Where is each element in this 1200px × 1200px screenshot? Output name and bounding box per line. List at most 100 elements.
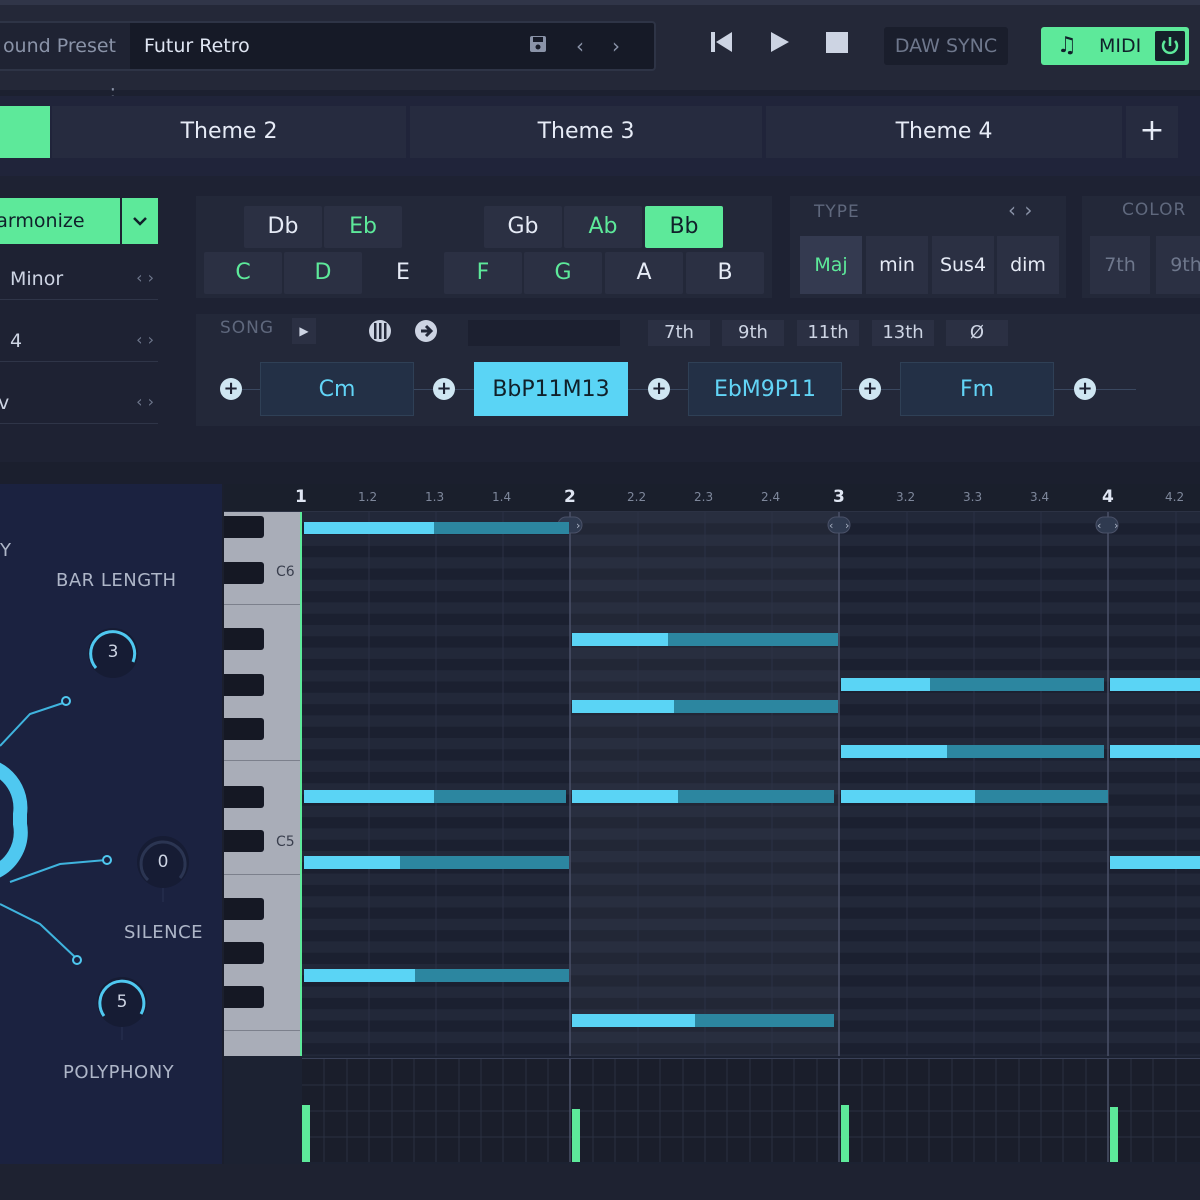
type-maj[interactable]: Maj xyxy=(800,236,862,294)
svg-text:›: › xyxy=(1114,519,1118,532)
key-c[interactable]: C xyxy=(204,252,282,294)
piano-key-divider xyxy=(224,874,300,875)
tab-theme-4[interactable]: Theme 4 xyxy=(766,106,1122,158)
key-e[interactable]: E xyxy=(364,252,442,294)
tab-theme-2[interactable]: Theme 2 xyxy=(52,106,406,158)
key-db[interactable]: Db xyxy=(244,206,322,248)
beat-marker: 1.4 xyxy=(492,490,512,504)
color-7th[interactable]: 7th xyxy=(1090,236,1150,294)
piano-black-key[interactable] xyxy=(224,628,264,650)
top-bar: ound Preset : Futur Retro ‹ › DAW SYNC ♫… xyxy=(0,0,1200,103)
scale-row[interactable]: Minor ‹ › xyxy=(0,260,158,300)
piano-keyboard[interactable]: C6 C5 xyxy=(224,512,300,1056)
piano-black-key[interactable] xyxy=(224,786,264,808)
key-g[interactable]: G xyxy=(524,252,602,294)
arrow-right-circle-icon[interactable] xyxy=(412,318,440,346)
chord-type-panel: TYPE ‹ › Maj min Sus4 dim xyxy=(790,196,1066,298)
add-chord-icon[interactable]: + xyxy=(220,378,242,400)
piano-black-key[interactable] xyxy=(224,516,264,538)
chevron-left-icon[interactable]: ‹ xyxy=(568,34,592,58)
timeline-ruler[interactable]: 1 2 3 4 1.2 1.3 1.4 2.2 2.3 2.4 3.2 3.3 … xyxy=(224,484,1200,512)
harmonize-dropdown[interactable] xyxy=(122,198,158,244)
key-a[interactable]: A xyxy=(605,252,683,294)
ext-7th[interactable]: 7th xyxy=(648,320,710,346)
ext-9th[interactable]: 9th xyxy=(722,320,784,346)
song-play-icon[interactable]: ▶ xyxy=(292,318,316,344)
prev-next-icon[interactable]: ‹ › xyxy=(136,330,154,349)
chord-area: Harmonize Minor ‹ › 4 ‹ › v ‹ › Db Eb Gb… xyxy=(0,176,1200,462)
song-panel: SONG ▶ 7th 9th 11th 13th Ø + Cm + BbP11M… xyxy=(196,314,1200,426)
piano-black-key[interactable] xyxy=(224,562,264,584)
sound-preset-label: ound Preset : xyxy=(0,23,130,103)
stop-icon[interactable] xyxy=(822,27,858,63)
ext-11th[interactable]: 11th xyxy=(797,320,859,346)
chord-slot-2[interactable]: BbP11M13 xyxy=(474,362,628,416)
harmonize-button[interactable]: Harmonize xyxy=(0,198,120,244)
type-dim[interactable]: dim xyxy=(997,236,1059,294)
chord-slot-3[interactable]: EbM9P11 xyxy=(688,362,842,416)
octave-row[interactable]: 4 ‹ › xyxy=(0,322,158,362)
key-f[interactable]: F xyxy=(444,252,522,294)
skip-back-icon[interactable] xyxy=(706,27,742,63)
beat-marker: 2.2 xyxy=(627,490,647,504)
prev-next-icon[interactable]: ‹ › xyxy=(136,392,154,411)
velocity-lane[interactable] xyxy=(302,1058,1200,1162)
add-chord-icon[interactable]: + xyxy=(433,378,455,400)
beat-marker: 4.2 xyxy=(1165,490,1185,504)
piano-key-divider xyxy=(224,1030,300,1031)
add-chord-icon[interactable]: + xyxy=(648,378,670,400)
key-eb[interactable]: Eb xyxy=(324,206,402,248)
polyphony-label: POLYPHONY xyxy=(63,1062,175,1083)
note-grid[interactable]: › ‹ › ‹ › xyxy=(302,512,1200,1056)
type-sus4[interactable]: Sus4 xyxy=(932,236,994,294)
chord-slot-1[interactable]: Cm xyxy=(260,362,414,416)
prev-next-icon[interactable]: ‹ › xyxy=(1008,198,1033,222)
piano-black-key[interactable] xyxy=(224,986,264,1008)
add-chord-icon[interactable]: + xyxy=(1074,378,1096,400)
piano-black-key[interactable] xyxy=(224,898,264,920)
daw-sync-button[interactable]: DAW SYNC xyxy=(884,27,1008,65)
color-title: COLOR xyxy=(1122,200,1187,220)
song-name-field[interactable] xyxy=(468,320,620,346)
beat-marker: 3.4 xyxy=(1030,490,1050,504)
bar-marker-1: 1 xyxy=(295,487,307,507)
beat-marker: 2.3 xyxy=(694,490,714,504)
key-d[interactable]: D xyxy=(284,252,362,294)
midi-button[interactable]: ♫ MIDI xyxy=(1041,27,1189,65)
type-min[interactable]: min xyxy=(866,236,928,294)
key-bb[interactable]: Bb xyxy=(645,206,723,248)
save-icon[interactable] xyxy=(526,34,550,58)
chord-slot-4[interactable]: Fm xyxy=(900,362,1054,416)
add-chord-icon[interactable]: + xyxy=(859,378,881,400)
piano-roll: 1 2 3 4 1.2 1.3 1.4 2.2 2.3 2.4 3.2 3.3 … xyxy=(224,484,1200,1164)
silence-knob[interactable]: 0 xyxy=(148,852,178,872)
ext-half-dim[interactable]: Ø xyxy=(946,320,1008,346)
chevron-right-icon[interactable]: › xyxy=(604,34,628,58)
bar-length-knob[interactable]: 3 xyxy=(98,642,128,662)
bar-marker-2: 2 xyxy=(564,487,576,507)
prev-next-icon[interactable]: ‹ › xyxy=(136,268,154,287)
add-theme-button[interactable]: + xyxy=(1126,106,1178,158)
theme-tabs: Theme 2 Theme 3 Theme 4 + xyxy=(0,96,1200,176)
tab-theme-3[interactable]: Theme 3 xyxy=(410,106,762,158)
piano-black-key[interactable] xyxy=(224,674,264,696)
piano-key-divider xyxy=(224,604,300,605)
power-icon[interactable] xyxy=(1155,31,1185,61)
color-9th[interactable]: 9th xyxy=(1156,236,1200,294)
mode-row[interactable]: v ‹ › xyxy=(0,384,158,424)
tab-theme-1[interactable] xyxy=(0,106,50,158)
key-ab[interactable]: Ab xyxy=(564,206,642,248)
sound-preset-value[interactable]: Futur Retro xyxy=(144,23,250,69)
sound-preset-selector[interactable]: ound Preset : Futur Retro ‹ › xyxy=(0,21,656,103)
key-b[interactable]: B xyxy=(686,252,764,294)
piano-keys-icon[interactable] xyxy=(366,318,394,346)
piano-black-key[interactable] xyxy=(224,718,264,740)
bar-marker-3: 3 xyxy=(833,487,845,507)
play-icon[interactable] xyxy=(764,27,800,63)
polyphony-knob[interactable]: 5 xyxy=(107,992,137,1012)
ext-13th[interactable]: 13th xyxy=(872,320,934,346)
piano-black-key[interactable] xyxy=(224,830,264,852)
piano-black-key[interactable] xyxy=(224,942,264,964)
key-gb[interactable]: Gb xyxy=(484,206,562,248)
velocity-lane-canvas xyxy=(302,1059,1200,1162)
